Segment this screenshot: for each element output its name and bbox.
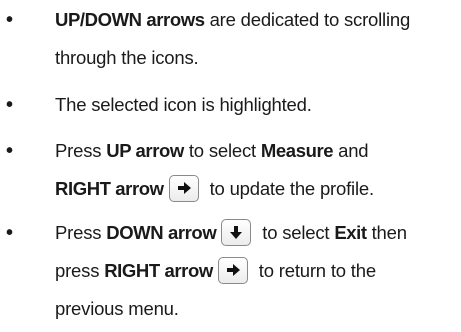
text-line: Press DOWN arrow to select Exit then xyxy=(55,215,407,251)
bold-term: Measure xyxy=(260,140,334,161)
text-line: press RIGHT arrow to return to the xyxy=(55,253,376,289)
text: through the icons. xyxy=(55,47,199,68)
bold-term: UP/DOWN arrows xyxy=(55,9,205,30)
down-arrow-key-icon xyxy=(221,219,252,247)
text-line: UP/DOWN arrows are dedicated to scrollin… xyxy=(55,2,410,38)
text-line: previous menu. xyxy=(55,291,179,327)
text-line: Press UP arrow to select Measure and xyxy=(55,133,369,169)
text: press xyxy=(55,260,105,281)
right-arrow-key-icon xyxy=(217,257,248,285)
bullet-marker: • xyxy=(6,9,14,31)
bold-term: DOWN arrow xyxy=(106,222,217,243)
text: to select xyxy=(183,140,261,161)
text: to update the profile. xyxy=(204,178,374,199)
bold-term: RIGHT arrow xyxy=(104,260,213,281)
text: and xyxy=(333,140,369,161)
text: previous menu. xyxy=(55,298,179,319)
text-line: through the icons. xyxy=(55,40,199,76)
text: then xyxy=(366,222,407,243)
text: to return to the xyxy=(253,260,376,281)
right-arrow-key-icon xyxy=(168,175,199,203)
instruction-list: • UP/DOWN arrows are dedicated to scroll… xyxy=(0,0,461,332)
text: The selected icon is highlighted. xyxy=(55,94,312,115)
text: Press xyxy=(55,140,107,161)
text: are dedicated to scrolling xyxy=(204,9,411,30)
text: Press xyxy=(55,222,107,243)
text-line: RIGHT arrow to update the profile. xyxy=(55,171,374,207)
bullet-marker: • xyxy=(6,222,14,244)
text-line: The selected icon is highlighted. xyxy=(55,87,312,123)
bold-term: Exit xyxy=(334,222,367,243)
bullet-marker: • xyxy=(6,94,14,116)
bullet-marker: • xyxy=(6,140,14,162)
text: to select xyxy=(257,222,335,243)
bold-term: UP arrow xyxy=(106,140,184,161)
bold-term: RIGHT arrow xyxy=(55,178,164,199)
